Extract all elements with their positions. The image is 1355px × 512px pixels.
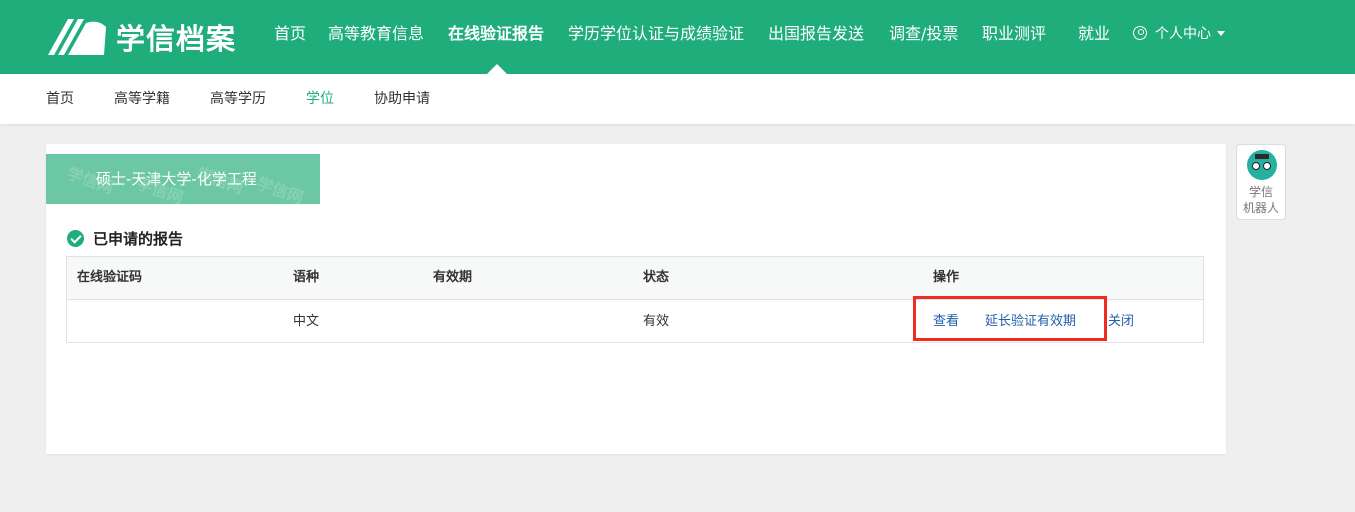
robot-assistant-button[interactable]: 学信 机器人 xyxy=(1236,144,1286,220)
sub-navbar: 首页 高等学籍 高等学历 学位 协助申请 xyxy=(0,74,1355,124)
robot-label-line2: 机器人 xyxy=(1242,201,1279,215)
reports-table: 在线验证码 语种 有效期 状态 操作 中文 有效 查看 延长验证有效期 关闭 xyxy=(66,256,1204,343)
nav-online-verification-report[interactable]: 在线验证报告 xyxy=(448,0,544,74)
robot-avatar-icon xyxy=(1247,150,1277,180)
subnav-higher-degree-record[interactable]: 高等学历 xyxy=(210,74,266,124)
table-header: 在线验证码 语种 有效期 状态 操作 xyxy=(67,257,1203,300)
subnav-assist-application[interactable]: 协助申请 xyxy=(374,74,430,124)
nav-home[interactable]: 首页 xyxy=(274,0,306,74)
main-panel: 学信网 学信网 学信网 学信网 硕士-天津大学-化学工程 已申请的报告 在线验证… xyxy=(46,144,1226,454)
nav-overseas-report-sending[interactable]: 出国报告发送 xyxy=(768,0,864,74)
user-center-menu[interactable]: 个人中心 xyxy=(1133,0,1225,74)
section-title-text: 已申请的报告 xyxy=(93,229,184,248)
user-center-label: 个人中心 xyxy=(1155,26,1211,42)
subnav-degree[interactable]: 学位 xyxy=(306,74,334,124)
nav-career-assessment[interactable]: 职业测评 xyxy=(982,0,1046,74)
cell-status: 有效 xyxy=(643,314,670,329)
column-header-language: 语种 xyxy=(293,270,320,285)
nav-higher-education-info[interactable]: 高等教育信息 xyxy=(328,0,424,74)
cell-language: 中文 xyxy=(293,314,320,329)
subnav-home[interactable]: 首页 xyxy=(46,74,74,124)
view-link[interactable]: 查看 xyxy=(933,300,959,343)
nav-employment[interactable]: 就业 xyxy=(1078,0,1110,74)
close-link[interactable]: 关闭 xyxy=(1108,300,1134,343)
watermark-text: 学信网 xyxy=(254,173,306,204)
user-icon xyxy=(1133,26,1147,40)
column-header-code: 在线验证码 xyxy=(77,270,143,285)
check-circle-icon xyxy=(67,229,84,247)
active-nav-indicator xyxy=(487,64,507,74)
section-title: 已申请的报告 xyxy=(67,228,183,248)
degree-tab[interactable]: 学信网 学信网 学信网 学信网 硕士-天津大学-化学工程 xyxy=(46,154,320,204)
subnav-higher-status[interactable]: 高等学籍 xyxy=(114,74,170,124)
logo-text: 学信档案 xyxy=(116,22,237,56)
book-logo-icon xyxy=(48,19,106,56)
robot-label-line1: 学信 xyxy=(1248,185,1273,199)
nav-degree-certification[interactable]: 学历学位认证与成绩验证 xyxy=(568,0,744,74)
degree-tab-label: 硕士-天津大学-化学工程 xyxy=(96,170,257,188)
extend-validity-link[interactable]: 延长验证有效期 xyxy=(985,300,1076,343)
nav-survey-vote[interactable]: 调查/投票 xyxy=(889,0,958,74)
site-logo[interactable]: 学信档案 xyxy=(46,14,236,60)
top-navbar: 学信档案 首页 高等教育信息 在线验证报告 学历学位认证与成绩验证 出国报告发送… xyxy=(0,0,1355,74)
chevron-down-icon xyxy=(1217,31,1225,36)
column-header-status: 状态 xyxy=(643,270,670,285)
column-header-actions: 操作 xyxy=(933,270,960,285)
column-header-validity: 有效期 xyxy=(433,270,473,285)
